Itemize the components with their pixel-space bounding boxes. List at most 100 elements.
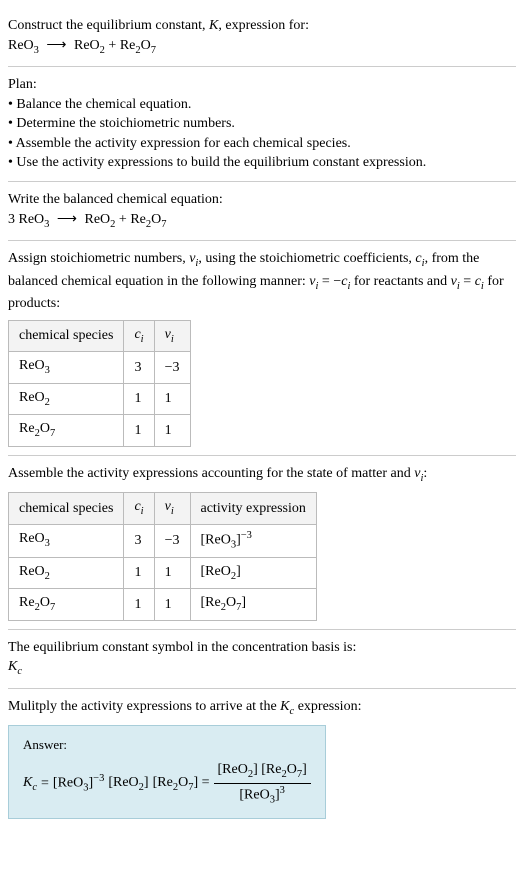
ar3-o: O <box>40 595 50 610</box>
ar2-sub: 2 <box>45 571 50 582</box>
plan-bullet-2: • Determine the stoichiometric numbers. <box>8 114 516 134</box>
table-row: ReO2 1 1 [ReO2] <box>9 557 317 588</box>
col-ci: ci <box>124 320 154 351</box>
prompt-text: Construct the equilibrium constant, K, e… <box>8 16 516 36</box>
sub-3: 3 <box>34 44 39 55</box>
species-reo2: ReO <box>74 38 100 53</box>
ar1-sp: ReO <box>19 531 45 546</box>
ci2-i: i <box>141 506 144 517</box>
ar3-al: [Re <box>201 595 221 610</box>
r1-sp: ReO <box>19 358 45 373</box>
ar1-aexp: −3 <box>241 530 252 541</box>
r3-o: O <box>40 421 50 436</box>
ans-fraction: [ReO2] [Re2O7] [ReO3]3 <box>214 760 311 808</box>
stoich-text4: for reactants and <box>350 274 450 289</box>
ans-K: K <box>23 775 32 790</box>
basis-c: c <box>17 666 22 677</box>
stoich-text1: Assign stoichiometric numbers, <box>8 251 189 266</box>
coef-3: 3 <box>8 212 19 227</box>
cell-activity: [ReO3]−3 <box>190 524 316 557</box>
plan-section: Plan: • Balance the chemical equation. •… <box>8 67 516 182</box>
stoich-table: chemical species ci νi ReO3 3 −3 ReO2 1 … <box>8 320 191 447</box>
stoich-section: Assign stoichiometric numbers, νi , using… <box>8 241 516 456</box>
cell-ci: 1 <box>124 383 154 414</box>
species-re2o7-o-b: O <box>151 212 161 227</box>
ar2-ar: ] <box>236 564 241 579</box>
answer-box: Answer: Kc = [ReO3]−3 [ReO2] [Re2O7] = [… <box>8 725 326 819</box>
balanced-intro: Write the balanced chemical equation: <box>8 190 516 210</box>
activity-section: Assemble the activity expressions accoun… <box>8 456 516 630</box>
ans-t1e: −3 <box>93 773 104 784</box>
basis-K: K <box>8 659 17 674</box>
cell-species: ReO3 <box>9 352 124 383</box>
table-row: ReO3 3 −3 [ReO3]−3 <box>9 524 317 557</box>
ar3-sp: Re <box>19 595 35 610</box>
cell-nui: 1 <box>154 383 190 414</box>
col-activity: activity expression <box>190 493 316 524</box>
table-header-row: chemical species ci νi activity expressi… <box>9 493 317 524</box>
species-reo3: ReO <box>8 38 34 53</box>
answer-section: Mulitply the activity expressions to arr… <box>8 689 516 827</box>
r3-sp: Re <box>19 421 35 436</box>
r2-sp: ReO <box>19 390 45 405</box>
nui-i: i <box>171 333 174 344</box>
cell-activity: [Re2O7] <box>190 589 316 620</box>
reaction-arrow: ⟶ <box>46 36 66 56</box>
ans-t3o: O <box>178 775 188 790</box>
nui2-i: i <box>171 506 174 517</box>
prompt-section: Construct the equilibrium constant, K, e… <box>8 8 516 67</box>
unbalanced-equation: ReO3 ⟶ ReO2 + Re2O7 <box>8 36 516 58</box>
species-re2o7-re: Re <box>120 38 136 53</box>
cell-species: ReO2 <box>9 557 124 588</box>
cell-ci: 1 <box>124 589 154 620</box>
basis-section: The equilibrium constant symbol in the c… <box>8 630 516 689</box>
plan-bullet-1: • Balance the chemical equation. <box>8 95 516 115</box>
cell-ci: 1 <box>124 415 154 446</box>
basis-line1: The equilibrium constant symbol in the c… <box>8 638 516 658</box>
cell-species: ReO3 <box>9 524 124 557</box>
ans-term1: [ReO3]−3 <box>53 772 104 796</box>
species-reo3-b: ReO <box>19 212 45 227</box>
stoich-intro: Assign stoichiometric numbers, νi, using… <box>8 249 516 314</box>
eq2-eq: = <box>460 274 475 289</box>
ans-t1: [ReO <box>53 776 83 791</box>
plus-b: + <box>115 212 130 227</box>
ar2-sp: ReO <box>19 564 45 579</box>
prompt-part2: , expression for: <box>218 18 309 33</box>
cell-species: Re2O7 <box>9 589 124 620</box>
act-text1: Assemble the activity expressions accoun… <box>8 466 414 481</box>
cell-activity: [ReO2] <box>190 557 316 588</box>
species-reo2-b: ReO <box>85 212 111 227</box>
act-text2: : <box>423 466 427 481</box>
plan-bullet-3: • Assemble the activity expression for e… <box>8 134 516 154</box>
ans-num1o: O <box>287 762 297 777</box>
ar3-sub2: 7 <box>50 602 55 613</box>
species-re2o7-o: O <box>141 38 151 53</box>
col-nui: νi <box>154 320 190 351</box>
stoich-text2: , using the stoichiometric coefficients, <box>198 251 415 266</box>
ar1-al: [ReO <box>201 532 231 547</box>
ans-term3: [Re2O7] = <box>153 773 210 795</box>
table-row: Re2O7 1 1 <box>9 415 191 446</box>
ci-i: i <box>141 333 144 344</box>
ans-c: c <box>32 782 37 793</box>
cell-ci: 3 <box>124 524 154 557</box>
activity-intro: Assemble the activity expressions accoun… <box>8 464 516 486</box>
cell-nui: −3 <box>154 524 190 557</box>
ar3-ao: O <box>226 595 236 610</box>
mult-text1: Mulitply the activity expressions to arr… <box>8 699 280 714</box>
K-var: K <box>209 18 218 33</box>
col-species: chemical species <box>9 493 124 524</box>
balanced-equation: 3 ReO3 ⟶ ReO2 + Re2O7 <box>8 210 516 232</box>
cell-nui: −3 <box>154 352 190 383</box>
ans-kc: Kc <box>23 773 37 795</box>
prompt-part1: Construct the equilibrium constant, <box>8 18 209 33</box>
balanced-section: Write the balanced chemical equation: 3 … <box>8 182 516 241</box>
plus: + <box>105 38 120 53</box>
ar1-sub: 3 <box>45 538 50 549</box>
ans-denominator: [ReO3]3 <box>214 784 311 808</box>
r1-sub: 3 <box>45 365 50 376</box>
plan-bullet-4: • Use the activity expressions to build … <box>8 153 516 173</box>
mult-K: K <box>280 699 289 714</box>
reaction-arrow-b: ⟶ <box>57 210 77 230</box>
